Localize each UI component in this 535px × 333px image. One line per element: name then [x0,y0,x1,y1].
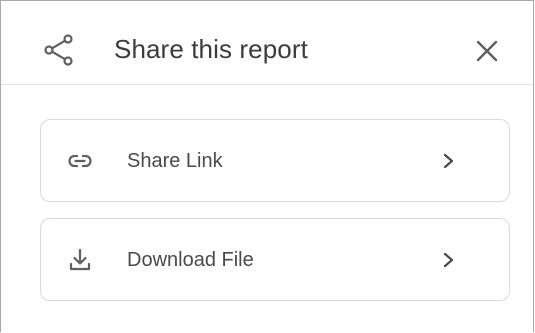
panel-header: Share this report [1,1,533,85]
download-file-label: Download File [127,249,254,271]
close-button[interactable] [471,35,503,67]
link-icon [68,154,92,168]
share-icon [44,34,73,66]
download-icon [69,248,91,271]
share-panel: Share this report Share Link Download Fi… [0,0,534,332]
chevron-right-icon [443,153,454,169]
download-file-option[interactable]: Download File [40,218,510,301]
close-icon [476,40,498,62]
panel-title: Share this report [114,34,308,64]
share-link-option[interactable]: Share Link [40,119,510,202]
share-link-label: Share Link [127,150,223,172]
chevron-right-icon [443,252,454,268]
